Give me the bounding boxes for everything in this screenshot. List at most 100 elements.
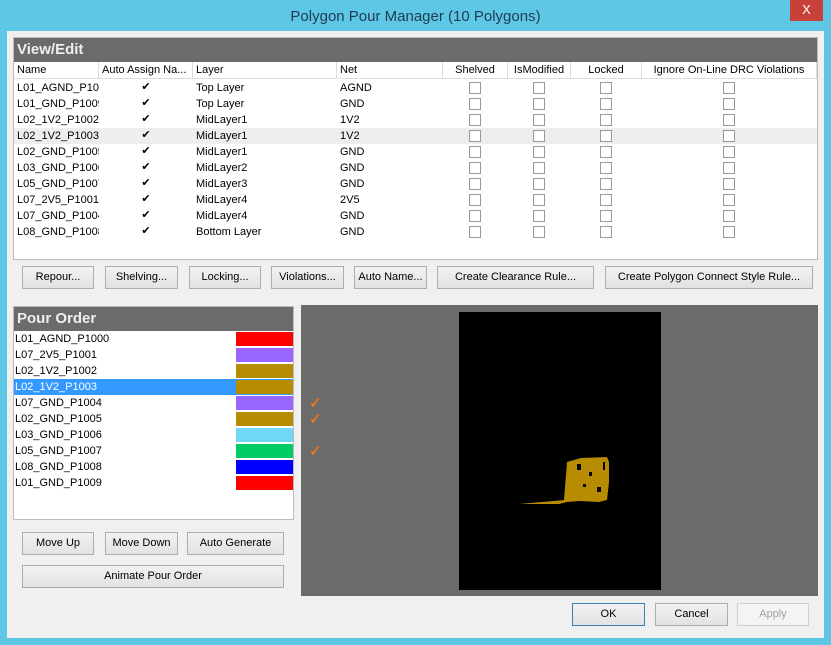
view-edit-button[interactable]: Locking... xyxy=(189,266,261,289)
cell-layer: Bottom Layer xyxy=(196,226,262,238)
view-edit-button[interactable]: Repour... xyxy=(22,266,94,289)
table-row[interactable]: L05_GND_P1007 MidLayer3 GND ✔ xyxy=(14,176,817,192)
pour-order-item[interactable]: L01_GND_P1009 xyxy=(14,475,293,491)
cell-net: GND xyxy=(340,146,365,158)
ignore-drc-checkbox[interactable] xyxy=(723,226,735,238)
column-header[interactable]: Auto Assign Na... xyxy=(99,62,193,79)
auto-assign-checkbox[interactable]: ✔ xyxy=(140,114,152,126)
move-down-button[interactable]: Move Down xyxy=(105,532,178,555)
table-row[interactable]: L03_GND_P1006 MidLayer2 GND ✔ xyxy=(14,160,817,176)
column-header[interactable]: Name xyxy=(14,62,99,79)
auto-assign-checkbox[interactable]: ✔ xyxy=(140,162,152,174)
ismodified-checkbox[interactable] xyxy=(533,226,545,238)
locked-checkbox[interactable] xyxy=(600,226,612,238)
shelved-checkbox[interactable] xyxy=(469,194,481,206)
ignore-drc-checkbox[interactable] xyxy=(723,194,735,206)
ismodified-checkbox[interactable] xyxy=(533,98,545,110)
view-edit-button[interactable]: Auto Name... xyxy=(354,266,427,289)
locked-checkbox[interactable] xyxy=(600,114,612,126)
ignore-drc-checkbox[interactable] xyxy=(723,146,735,158)
column-header[interactable]: Shelved xyxy=(443,62,508,79)
shelved-checkbox[interactable] xyxy=(469,162,481,174)
auto-assign-checkbox[interactable]: ✔ xyxy=(140,178,152,190)
auto-generate-button[interactable]: Auto Generate xyxy=(187,532,284,555)
table-row[interactable]: L07_2V5_P1001 MidLayer4 2V5 ✔ xyxy=(14,192,817,208)
table-row[interactable]: L02_1V2_P1002 MidLayer1 1V2 ✔ xyxy=(14,112,817,128)
table-row[interactable]: L01_GND_P1009 Top Layer GND ✔ xyxy=(14,96,817,112)
pour-order-item[interactable]: L07_GND_P1004 xyxy=(14,395,293,411)
table-row[interactable]: L07_GND_P1004 MidLayer4 GND ✔ xyxy=(14,208,817,224)
auto-assign-checkbox[interactable]: ✔ xyxy=(140,226,152,238)
pour-order-item[interactable]: L02_GND_P1005 xyxy=(14,411,293,427)
ignore-drc-checkbox[interactable] xyxy=(723,130,735,142)
auto-assign-checkbox[interactable]: ✔ xyxy=(140,82,152,94)
shelved-checkbox[interactable] xyxy=(469,210,481,222)
ismodified-checkbox[interactable] xyxy=(533,210,545,222)
locked-checkbox[interactable] xyxy=(600,210,612,222)
view-edit-button[interactable]: Create Clearance Rule... xyxy=(437,266,594,289)
auto-assign-checkbox[interactable]: ✔ xyxy=(140,98,152,110)
auto-assign-checkbox[interactable]: ✔ xyxy=(140,130,152,142)
table-row[interactable]: L02_1V2_P1003 MidLayer1 1V2 ✔ xyxy=(14,128,817,144)
pour-order-item[interactable]: L03_GND_P1006 xyxy=(14,427,293,443)
locked-checkbox[interactable] xyxy=(600,82,612,94)
pour-order-item[interactable]: L07_2V5_P1001 xyxy=(14,347,293,363)
cell-layer: Top Layer xyxy=(196,98,245,110)
column-header[interactable]: Ignore On-Line DRC Violations xyxy=(642,62,817,79)
column-header[interactable]: Locked xyxy=(571,62,642,79)
column-header[interactable]: Net xyxy=(337,62,443,79)
auto-assign-checkbox[interactable]: ✔ xyxy=(140,210,152,222)
table-row[interactable]: L02_GND_P1005 MidLayer1 GND ✔ xyxy=(14,144,817,160)
ismodified-checkbox[interactable] xyxy=(533,194,545,206)
move-up-button[interactable]: Move Up xyxy=(22,532,94,555)
view-edit-button[interactable]: Violations... xyxy=(271,266,344,289)
auto-assign-checkbox[interactable]: ✔ xyxy=(140,194,152,206)
column-header[interactable]: Layer xyxy=(193,62,337,79)
ismodified-checkbox[interactable] xyxy=(533,162,545,174)
shelved-checkbox[interactable] xyxy=(469,114,481,126)
locked-checkbox[interactable] xyxy=(600,178,612,190)
ignore-drc-checkbox[interactable] xyxy=(723,114,735,126)
column-header[interactable]: IsModified xyxy=(508,62,571,79)
ismodified-checkbox[interactable] xyxy=(533,82,545,94)
view-edit-button[interactable]: Shelving... xyxy=(105,266,178,289)
view-edit-button[interactable]: Create Polygon Connect Style Rule... xyxy=(605,266,813,289)
apply-button[interactable]: Apply xyxy=(737,603,809,626)
auto-assign-checkbox[interactable]: ✔ xyxy=(140,146,152,158)
ignore-drc-checkbox[interactable] xyxy=(723,162,735,174)
pour-order-panel: Pour Order L01_AGND_P1000 L07_2V5_P1001 L0… xyxy=(13,306,294,520)
pour-order-item[interactable]: L08_GND_P1008 xyxy=(14,459,293,475)
cancel-button[interactable]: Cancel xyxy=(655,603,728,626)
table-row[interactable]: L01_AGND_P1000 Top Layer AGND ✔ xyxy=(14,80,817,96)
ismodified-checkbox[interactable] xyxy=(533,178,545,190)
pour-order-item[interactable]: L02_1V2_P1003 xyxy=(14,379,293,395)
pour-order-item-name: L02_1V2_P1002 xyxy=(15,365,97,377)
animate-pour-order-button[interactable]: Animate Pour Order xyxy=(22,565,284,588)
shelved-checkbox[interactable] xyxy=(469,82,481,94)
shelved-checkbox[interactable] xyxy=(469,146,481,158)
locked-checkbox[interactable] xyxy=(600,130,612,142)
ok-button[interactable]: OK xyxy=(572,603,645,626)
ignore-drc-checkbox[interactable] xyxy=(723,82,735,94)
cell-layer: MidLayer1 xyxy=(196,146,248,158)
shelved-checkbox[interactable] xyxy=(469,178,481,190)
locked-checkbox[interactable] xyxy=(600,162,612,174)
table-row[interactable]: L08_GND_P1008 Bottom Layer GND ✔ xyxy=(14,224,817,240)
locked-checkbox[interactable] xyxy=(600,194,612,206)
cell-net: GND xyxy=(340,210,365,222)
ignore-drc-checkbox[interactable] xyxy=(723,98,735,110)
pour-order-item[interactable]: L02_1V2_P1002 xyxy=(14,363,293,379)
ismodified-checkbox[interactable] xyxy=(533,114,545,126)
locked-checkbox[interactable] xyxy=(600,146,612,158)
ignore-drc-checkbox[interactable] xyxy=(723,178,735,190)
pour-order-item[interactable]: L05_GND_P1007 xyxy=(14,443,293,459)
shelved-checkbox[interactable] xyxy=(469,98,481,110)
shelved-checkbox[interactable] xyxy=(469,130,481,142)
ismodified-checkbox[interactable] xyxy=(533,146,545,158)
ismodified-checkbox[interactable] xyxy=(533,130,545,142)
shelved-checkbox[interactable] xyxy=(469,226,481,238)
pour-order-item[interactable]: L01_AGND_P1000 xyxy=(14,331,293,347)
locked-checkbox[interactable] xyxy=(600,98,612,110)
ignore-drc-checkbox[interactable] xyxy=(723,210,735,222)
close-button[interactable]: X xyxy=(790,0,823,21)
